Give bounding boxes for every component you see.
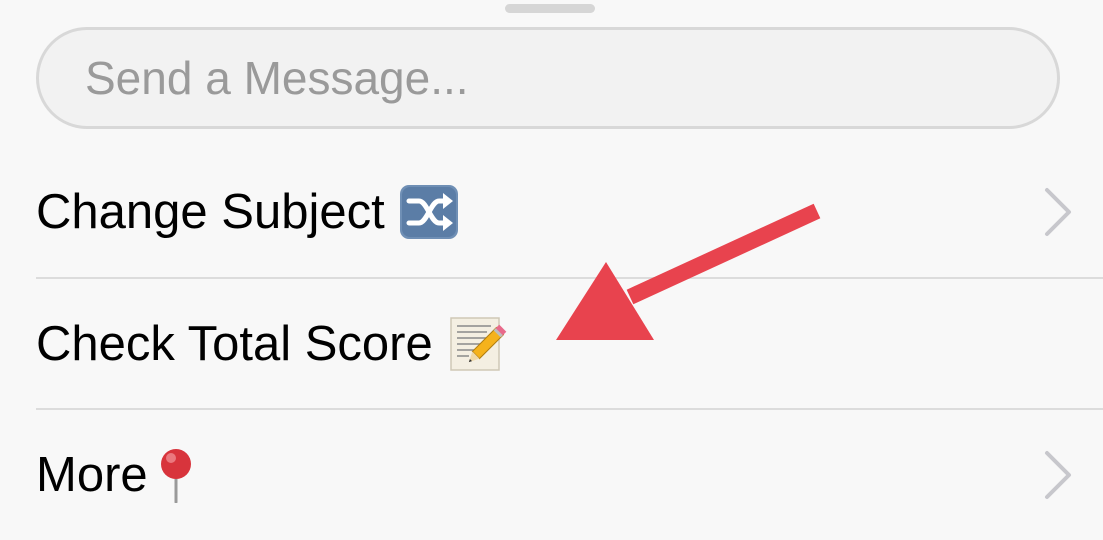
chevron-right-icon	[1045, 187, 1071, 236]
action-sheet: Change Subject Check Total Score	[0, 0, 1103, 540]
menu-list: Change Subject Check Total Score More	[36, 146, 1103, 539]
menu-item-label: Check Total Score	[36, 316, 433, 371]
menu-item-more[interactable]: More	[36, 408, 1103, 539]
memo-icon	[450, 316, 507, 371]
chevron-right-icon	[1045, 450, 1071, 499]
menu-item-label: Change Subject	[36, 184, 385, 239]
menu-item-check-total-score[interactable]: Check Total Score	[36, 277, 1103, 408]
menu-item-label: More	[36, 447, 148, 502]
pushpin-icon	[160, 448, 191, 503]
shuffle-icon	[399, 184, 458, 239]
menu-item-change-subject[interactable]: Change Subject	[36, 146, 1103, 277]
sheet-grabber-handle[interactable]	[505, 4, 595, 13]
send-message-input[interactable]	[85, 51, 1011, 105]
message-field-container[interactable]	[36, 27, 1060, 129]
